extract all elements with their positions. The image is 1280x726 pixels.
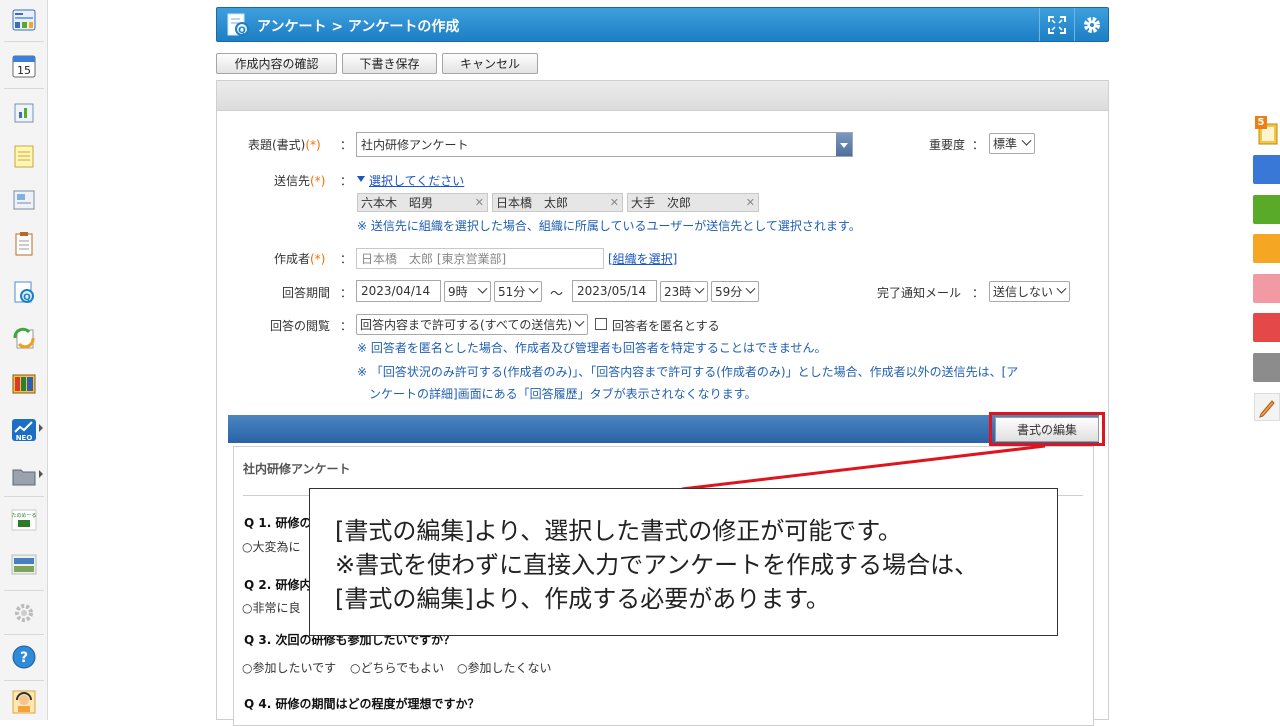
svg-text:Q: Q [238,26,246,36]
support-operator-icon[interactable] [8,686,40,718]
recipient-chip: 日本橋 太郎 ✕ [492,193,623,212]
notification-icon[interactable]: 5 [1255,116,1279,146]
survey-icon[interactable]: Q [8,276,40,308]
neo-icon[interactable]: NEO [8,414,40,446]
subject-value: 社内研修アンケート [361,138,469,152]
history-note-line2: ンケートの詳細]画面にある「回答履歴」タブが表示されなくなります。 [369,387,757,401]
settings-button[interactable] [1074,8,1109,41]
recipients-label: 送信先(*) [274,174,326,188]
highlight-box [989,412,1105,446]
callout-line-3: [書式の編集]より、作成する必要があります。 [335,585,830,613]
neo-expand-icon[interactable] [39,424,43,432]
subject-input[interactable]: 社内研修アンケート [356,132,853,157]
panel-header [217,81,1108,111]
remove-chip-icon[interactable]: ✕ [746,196,755,209]
start-minute-select[interactable]: 51分 [494,281,542,302]
triangle-down-icon [357,176,365,182]
recipients-note: ※ 送信先に組織を選択した場合、組織に所属しているユーザーが送信先として選択され… [357,219,861,233]
right-tab-rail: 5 [1252,0,1280,720]
subject-dropdown-button[interactable] [836,133,852,156]
survey-app-icon: Q [227,13,249,36]
remove-chip-icon[interactable]: ✕ [475,196,484,209]
app-titlebar: Q アンケート > アンケートの作成 [216,7,1109,42]
cancel-button[interactable]: キャンセル [442,53,538,74]
gear-icon [1084,16,1100,33]
preview-title: 社内研修アンケート [243,462,351,476]
portal-icon[interactable] [8,4,40,36]
remove-chip-icon[interactable]: ✕ [610,196,619,209]
history-note-line1: ※ 「回答状況のみ許可する(作成者のみ)」、「回答内容まで許可する(作成者のみ)… [357,365,1019,379]
notification-badge: 5 [1255,116,1267,129]
workflow-icon[interactable] [8,322,40,354]
settings-gear-icon[interactable] [8,597,40,629]
start-hour-select[interactable]: 9時 [444,281,491,302]
question-3-option[interactable]: ○参加したいです [242,659,336,676]
end-date-input[interactable]: 2023/05/14 [572,280,657,302]
save-draft-button[interactable]: 下書き保存 [342,53,437,74]
end-minute-select[interactable]: 59分 [711,281,759,302]
question-1-option[interactable]: ○大変為に [242,538,300,555]
start-date-input[interactable]: 2023/04/14 [356,280,441,302]
callout-line-2: ※書式を使わずに直接入力でアンケートを作成する場合は、 [335,551,979,579]
viewing-permission-select[interactable]: 回答内容まで許可する(すべての送信先) [356,314,588,335]
author-label: 作成者(*) [274,252,326,266]
banner-news-icon[interactable] [8,548,40,580]
subject-label: 表題(書式)(*) [248,138,321,152]
question-3-option[interactable]: ○どちらでもよい [350,659,444,676]
page-title: アンケート > アンケートの作成 [257,19,460,35]
svg-text:?: ? [20,650,28,666]
range-separator: ～ [550,287,564,302]
reservation-icon[interactable] [8,96,40,128]
color-tab-orange[interactable] [1253,234,1280,263]
priority-label: 重要度 [929,138,966,152]
question-3-option[interactable]: ○参加したくない [457,659,552,676]
end-hour-select[interactable]: 23時 [660,281,708,302]
left-app-rail: 15 Q NEO たのめーる ? [0,0,48,720]
cabinet-icon[interactable] [8,368,40,400]
question-4: Q 4. 研修の期間はどの程度が理想ですか？ [244,697,480,711]
priority-select[interactable]: 標準 [989,133,1035,154]
color-tab-blue[interactable] [1253,155,1280,184]
author-field: 日本橋 太郎 [東京営業部] [356,248,604,269]
period-label: 回答期間 [282,286,331,300]
svg-text:たのめーる: たのめーる [11,513,36,519]
select-org-link[interactable]: [組織を選択] [608,250,677,267]
anonymous-checkbox[interactable] [595,318,607,330]
svg-text:15: 15 [17,64,31,77]
color-tab-gray[interactable] [1253,353,1280,382]
question-2: Q 2. 研修内 [244,578,312,592]
svg-text:Q: Q [23,293,31,303]
memo-icon[interactable] [8,140,40,172]
color-tab-pink[interactable] [1253,274,1280,303]
help-icon[interactable]: ? [8,641,40,673]
calendar-icon[interactable]: 15 [8,50,40,82]
pencil-icon[interactable] [1254,393,1280,421]
svg-text:NEO: NEO [16,434,33,442]
callout-annotation: [書式の編集]より、選択した書式の修正が可能です。 ※書式を使わずに直接入力でア… [309,488,1058,636]
bulletin-icon[interactable] [8,184,40,216]
color-tab-red[interactable] [1253,313,1280,342]
callout-line-1: [書式の編集]より、選択した書式の修正が可能です。 [335,517,902,545]
viewing-label: 回答の閲覧 [270,319,331,333]
anonymous-note: ※ 回答者を匿名とした場合、作成者及び管理者も回答者を特定することはできません。 [357,341,827,355]
recipient-chip: 大手 次郎 ✕ [627,193,759,212]
document-icon[interactable] [8,228,40,260]
question-2-option[interactable]: ○非常に良 [242,599,300,616]
question-1: Q 1. 研修の [244,516,312,530]
chevron-down-icon [840,143,848,148]
notify-mail-label: 完了通知メール [877,286,962,300]
color-tab-green[interactable] [1253,195,1280,224]
banner-app-icon[interactable]: たのめーる [8,504,40,536]
confirm-button[interactable]: 作成内容の確認 [216,53,337,74]
format-section-bar [228,415,1099,443]
fullscreen-button[interactable] [1039,8,1074,41]
expand-icon [1048,15,1066,34]
select-recipients-link[interactable]: 選択してください [369,172,464,189]
folder-expand-icon[interactable] [39,470,43,478]
recipient-chip: 六本木 昭男 ✕ [357,193,488,212]
anonymous-label: 回答者を匿名とする [612,319,720,333]
folder-icon[interactable] [8,460,40,492]
notify-mail-select[interactable]: 送信しない [989,281,1070,302]
